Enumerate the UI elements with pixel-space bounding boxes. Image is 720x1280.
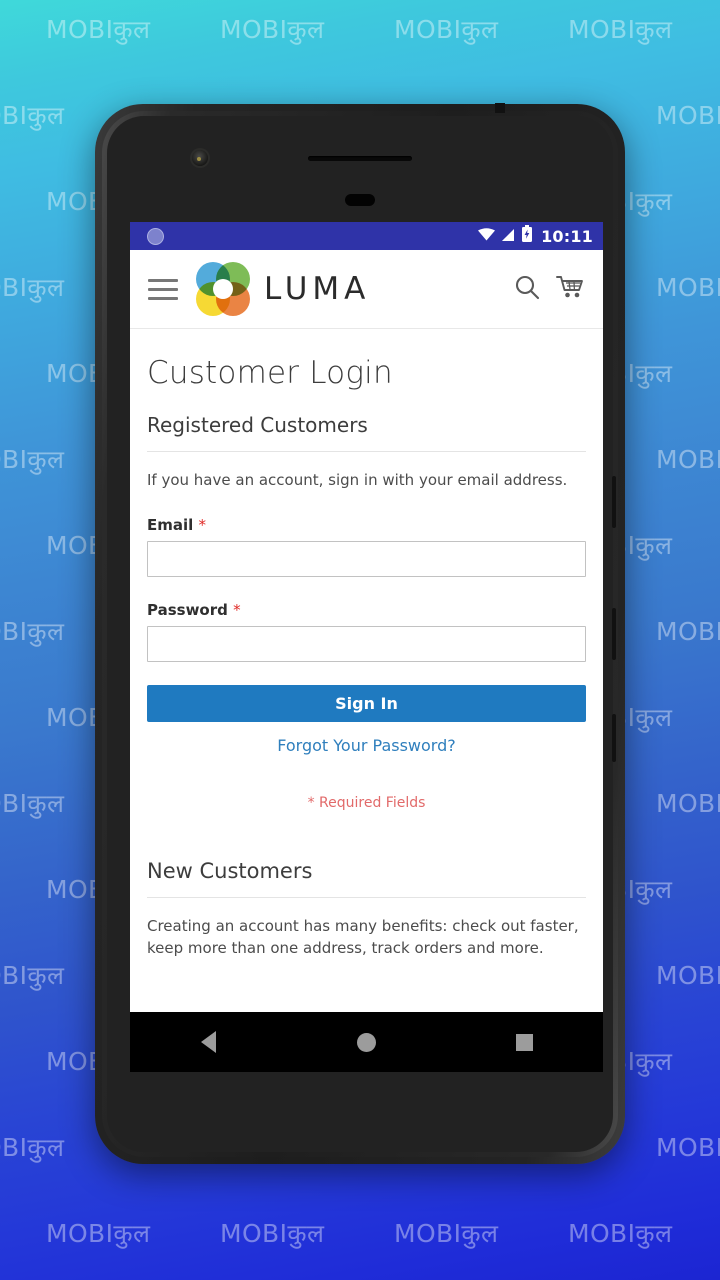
- watermark-row: MOBIकुलMOBIकुलMOBIकुलMOBIकुलMOBIकुलMOBIक…: [46, 12, 720, 46]
- phone-frame-inner: 10:11 LUMA Customer Login Registered Cus…: [102, 111, 618, 1157]
- status-bar-left: [140, 227, 164, 245]
- phone-screen: 10:11 LUMA Customer Login Registered Cus…: [130, 222, 603, 1012]
- page-title: Customer Login: [147, 355, 393, 391]
- registered-customers-heading: Registered Customers: [147, 413, 368, 437]
- wifi-icon: [477, 227, 496, 246]
- password-required-asterisk: *: [233, 600, 241, 619]
- watermark-text: MOBIकुल: [46, 1219, 151, 1248]
- notification-dot-icon: [147, 227, 164, 245]
- forgot-password-link[interactable]: Forgot Your Password?: [147, 736, 586, 755]
- required-fields-note: * Required Fields: [307, 794, 426, 811]
- watermark-text: MOBIकुल: [394, 1219, 499, 1248]
- watermark-text: MOBIकुल: [656, 617, 720, 646]
- header-actions: [514, 274, 585, 305]
- status-bar-right: 10:11: [477, 225, 593, 247]
- nav-recents-button[interactable]: [445, 1033, 603, 1051]
- home-circle-icon: [357, 1032, 376, 1052]
- new-customers-heading: New Customers: [147, 858, 313, 883]
- status-bar: 10:11: [130, 222, 603, 250]
- sign-in-button[interactable]: Sign In: [147, 684, 586, 722]
- signin-intro-text: If you have an account, sign in with you…: [147, 471, 568, 489]
- shopping-cart-icon[interactable]: [555, 274, 585, 305]
- email-required-asterisk: *: [198, 515, 207, 534]
- watermark-text: MOBIकुल: [656, 273, 720, 302]
- volume-up-button[interactable]: [612, 476, 616, 528]
- android-navigation-bar: [130, 1012, 603, 1072]
- watermark-row: MOBIकुलMOBIकुलMOBIकुलMOBIकुलMOBIकुलMOBIक…: [46, 1216, 720, 1250]
- menu-bar-3: [148, 296, 178, 300]
- watermark-text: MOBIकुल: [568, 1219, 673, 1248]
- watermark-text: MOBIकुल: [220, 1219, 325, 1248]
- watermark-text: MOBIकुल: [656, 789, 720, 818]
- menu-bar-1: [148, 278, 178, 282]
- email-label-text: Email: [147, 515, 194, 534]
- site-header: LUMA: [130, 250, 603, 329]
- new-customers-body: Creating an account has many benefits: c…: [147, 916, 579, 957]
- watermark-text: MOBIकुल: [656, 1133, 720, 1162]
- nav-back-button[interactable]: [130, 1031, 288, 1053]
- registered-divider: [147, 451, 586, 452]
- luma-logo-mark[interactable]: [196, 262, 250, 316]
- password-field-label: Password *: [147, 601, 586, 619]
- login-page-content: Customer Login Registered Customers If y…: [130, 355, 603, 960]
- phone-device-frame: 10:11 LUMA Customer Login Registered Cus…: [95, 103, 625, 1164]
- antenna-band: [495, 103, 505, 113]
- status-bar-clock: 10:11: [541, 226, 593, 246]
- search-icon[interactable]: [514, 274, 541, 305]
- menu-bar-2: [148, 287, 178, 291]
- email-input[interactable]: [147, 540, 586, 577]
- luma-logo-text[interactable]: LUMA: [264, 271, 370, 307]
- battery-charging-icon: [521, 225, 533, 247]
- front-camera-icon: [192, 150, 208, 166]
- volume-down-button[interactable]: [612, 608, 616, 660]
- watermark-text: MOBIकुल: [394, 15, 499, 44]
- password-input[interactable]: [147, 625, 586, 662]
- proximity-sensor-icon: [345, 194, 375, 206]
- new-customers-divider: [147, 896, 586, 898]
- phone-body: 10:11 LUMA Customer Login Registered Cus…: [107, 116, 616, 1152]
- password-label-text: Password: [147, 600, 228, 619]
- email-field-label: Email *: [147, 516, 586, 534]
- logo-center-hole: [213, 279, 233, 299]
- power-button[interactable]: [612, 714, 616, 762]
- watermark-text: MOBIकुल: [656, 101, 720, 130]
- back-triangle-icon: [201, 1031, 217, 1053]
- watermark-text: MOBIकुल: [568, 15, 673, 44]
- speaker-grill-icon: [308, 156, 412, 161]
- nav-home-button[interactable]: [288, 1032, 446, 1052]
- recents-square-icon: [515, 1033, 533, 1051]
- cellular-signal-icon: [501, 227, 516, 246]
- watermark-text: MOBIकुल: [656, 445, 720, 474]
- watermark-text: MOBIकुल: [46, 15, 151, 44]
- hamburger-menu-icon[interactable]: [148, 278, 178, 300]
- watermark-text: MOBIकुल: [220, 15, 325, 44]
- watermark-text: MOBIकुल: [656, 961, 720, 990]
